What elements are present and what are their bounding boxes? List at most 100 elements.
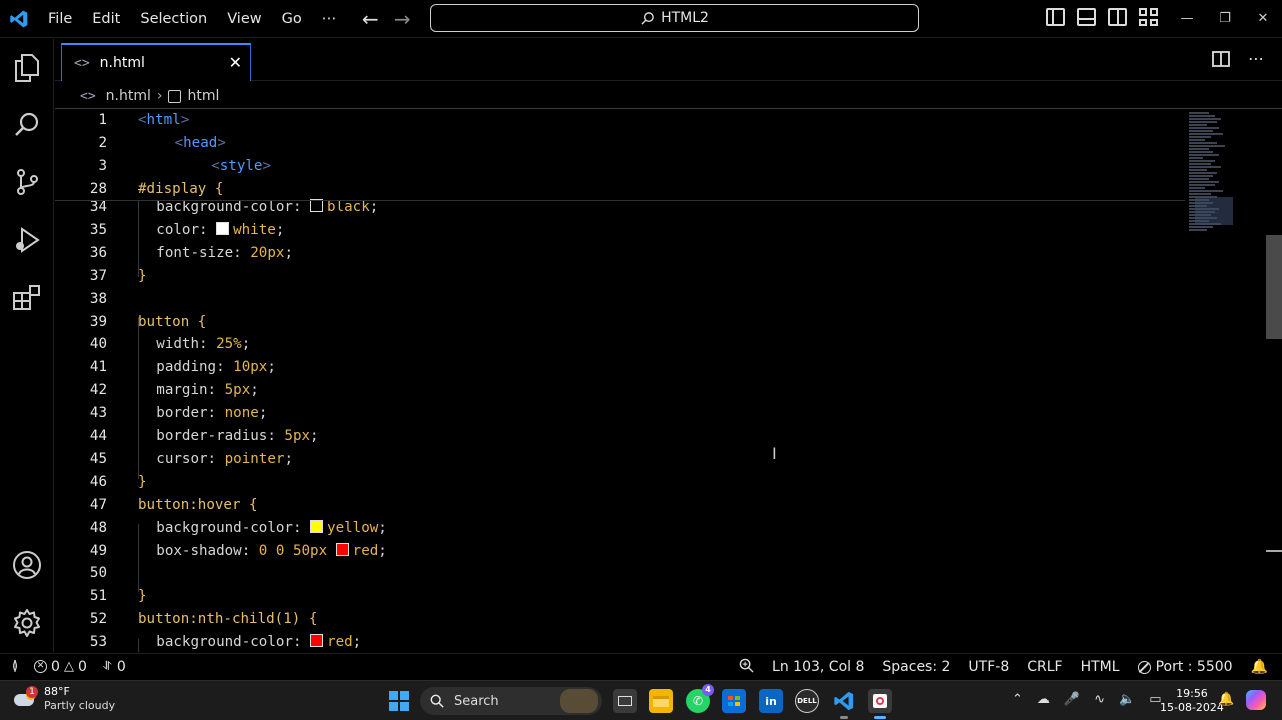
code-editor[interactable]: 1 <html> 2 <head> 3 <style> 28 #display {34 back… bbox=[55, 108, 1282, 652]
code-line[interactable]: 43 border: none; bbox=[55, 402, 1185, 425]
clock[interactable]: 19:56 15-08-2024 bbox=[1160, 687, 1224, 715]
code-line[interactable]: 50 bbox=[55, 562, 1185, 585]
taskbar-search-label: Search bbox=[454, 693, 499, 709]
chevron-up-icon[interactable]: ⌃ bbox=[1012, 692, 1023, 707]
menu-go[interactable]: Go bbox=[272, 0, 312, 38]
breadcrumb-file[interactable]: n.html bbox=[106, 88, 151, 104]
code-line[interactable]: 47 button:hover { bbox=[55, 494, 1185, 517]
weather-temperature: 88°F bbox=[44, 685, 70, 698]
code-line[interactable]: 40 width: 25%; bbox=[55, 333, 1185, 356]
notification-bell-icon[interactable]: 🔔 bbox=[1218, 692, 1234, 707]
minimap-line bbox=[1189, 166, 1221, 168]
code-token: ; bbox=[250, 382, 259, 399]
code-line[interactable]: 52 button:nth-child(1) { bbox=[55, 608, 1185, 631]
volume-icon[interactable]: 🔈 bbox=[1119, 692, 1135, 707]
file-explorer-icon[interactable] bbox=[649, 689, 673, 713]
ports-indicator[interactable]: ⥯ 0 bbox=[103, 659, 126, 675]
back-arrow-icon[interactable]: ← bbox=[360, 7, 380, 31]
copilot-icon[interactable] bbox=[1246, 690, 1266, 710]
command-center-search[interactable]: HTML2 bbox=[430, 4, 919, 32]
code-line[interactable]: 44 border-radius: 5px; bbox=[55, 425, 1185, 448]
task-view-icon[interactable] bbox=[613, 689, 637, 713]
code-line[interactable]: 51} bbox=[55, 585, 1185, 608]
microphone-icon[interactable]: 🎤 bbox=[1064, 692, 1080, 707]
run-debug-icon[interactable] bbox=[10, 223, 44, 257]
toggle-panel-icon[interactable] bbox=[1077, 8, 1096, 26]
notifications-bell-icon[interactable]: 🔔 bbox=[1251, 659, 1268, 675]
code-line[interactable]: 37} bbox=[55, 265, 1185, 288]
start-button-icon[interactable] bbox=[389, 691, 409, 711]
menu-file[interactable]: File bbox=[38, 0, 82, 38]
linkedin-icon[interactable]: in bbox=[759, 689, 783, 713]
code-line[interactable]: 53 background-color: red; bbox=[55, 631, 1185, 652]
accounts-icon[interactable] bbox=[10, 548, 44, 582]
code-line[interactable]: 38 bbox=[55, 288, 1185, 311]
color-swatch-icon[interactable] bbox=[310, 519, 324, 533]
color-swatch-icon[interactable] bbox=[216, 221, 230, 235]
customize-layout-icon[interactable] bbox=[1139, 8, 1158, 26]
menu-more[interactable]: ⋯ bbox=[312, 0, 347, 38]
minimize-icon[interactable]: — bbox=[1168, 0, 1206, 36]
color-swatch-icon[interactable] bbox=[310, 634, 324, 648]
sticky-scroll-line[interactable]: 1 <html> bbox=[55, 109, 1185, 132]
code-text: <head> bbox=[175, 132, 226, 155]
code-line[interactable]: 39 button { bbox=[55, 311, 1185, 334]
source-control-icon[interactable] bbox=[10, 165, 44, 199]
problems-indicator[interactable]: ✕ 0 △ 0 bbox=[34, 659, 87, 675]
breadcrumb-symbol[interactable]: html bbox=[187, 88, 219, 104]
vertical-scrollbar-thumb[interactable] bbox=[1266, 235, 1282, 339]
indentation[interactable]: Spaces: 2 bbox=[882, 659, 950, 675]
wifi-icon[interactable]: ∿ bbox=[1094, 692, 1105, 707]
remote-indicator-icon[interactable]: ≬ bbox=[12, 659, 18, 674]
microsoft-store-icon[interactable] bbox=[722, 689, 746, 713]
language-mode[interactable]: HTML bbox=[1081, 659, 1120, 675]
settings-gear-icon[interactable] bbox=[10, 606, 44, 640]
whatsapp-icon[interactable]: ✆ 4 bbox=[686, 684, 714, 713]
taskbar-search[interactable]: Search bbox=[420, 687, 602, 715]
cloud-sync-icon[interactable]: ☁ bbox=[1037, 692, 1050, 707]
search-icon[interactable] bbox=[10, 108, 44, 142]
system-tray: ⌃ ☁ 🎤 ∿ 🔈 ▭ bbox=[1012, 692, 1161, 707]
code-line[interactable]: 41 padding: 10px; bbox=[55, 356, 1185, 379]
sticky-scroll-line[interactable]: 2 <head> bbox=[55, 132, 1185, 155]
code-line[interactable]: 49 box-shadow: 0 0 50px red; bbox=[55, 540, 1185, 563]
restore-icon[interactable]: ❐ bbox=[1206, 0, 1244, 36]
menu-selection[interactable]: Selection bbox=[130, 0, 217, 38]
code-text: button:nth-child(1) { bbox=[138, 608, 317, 631]
sticky-scroll-line[interactable]: 3 <style> bbox=[55, 155, 1185, 178]
weather-widget[interactable]: 1 88°F Partly cloudy bbox=[12, 685, 115, 713]
close-window-icon[interactable]: ✕ bbox=[1244, 0, 1282, 36]
code-line[interactable]: 35 color: white; bbox=[55, 219, 1185, 242]
more-actions-icon[interactable]: ⋯ bbox=[1248, 49, 1264, 68]
snipping-tool-icon[interactable] bbox=[868, 689, 892, 719]
clock-date: 15-08-2024 bbox=[1160, 701, 1224, 714]
close-tab-icon[interactable]: ✕ bbox=[229, 53, 242, 72]
menu-view[interactable]: View bbox=[217, 0, 271, 38]
minimap-viewport[interactable] bbox=[1195, 197, 1233, 225]
live-server-port[interactable]: Port : 5500 bbox=[1137, 659, 1233, 675]
extensions-icon[interactable] bbox=[10, 281, 44, 315]
color-swatch-icon[interactable] bbox=[335, 542, 349, 556]
line-number: 36 bbox=[89, 244, 107, 261]
cursor-position[interactable]: Ln 103, Col 8 bbox=[772, 659, 864, 675]
split-editor-icon[interactable] bbox=[1212, 50, 1230, 67]
code-line[interactable]: 48 background-color: yellow; bbox=[55, 517, 1185, 540]
toggle-primary-sidebar-icon[interactable] bbox=[1046, 8, 1065, 26]
menu-edit[interactable]: Edit bbox=[82, 0, 130, 38]
vscode-taskbar-icon[interactable] bbox=[832, 689, 856, 719]
minimap[interactable] bbox=[1189, 111, 1249, 251]
command-center-label: HTML2 bbox=[661, 10, 709, 26]
tab-n-html[interactable]: <> n.html ✕ bbox=[61, 43, 251, 81]
dell-icon[interactable]: DELL bbox=[795, 689, 819, 713]
line-number: 50 bbox=[89, 565, 107, 582]
code-line[interactable]: 46} bbox=[55, 471, 1185, 494]
end-of-line[interactable]: CRLF bbox=[1027, 659, 1062, 675]
explorer-icon[interactable] bbox=[10, 51, 44, 85]
encoding[interactable]: UTF-8 bbox=[968, 659, 1009, 675]
toggle-secondary-sidebar-icon[interactable] bbox=[1108, 8, 1127, 26]
code-line[interactable]: 36 font-size: 20px; bbox=[55, 242, 1185, 265]
code-line[interactable]: 45 cursor: pointer; bbox=[55, 448, 1185, 471]
zoom-icon[interactable] bbox=[739, 658, 754, 677]
forward-arrow-icon[interactable]: → bbox=[392, 7, 412, 31]
code-line[interactable]: 42 margin: 5px; bbox=[55, 379, 1185, 402]
